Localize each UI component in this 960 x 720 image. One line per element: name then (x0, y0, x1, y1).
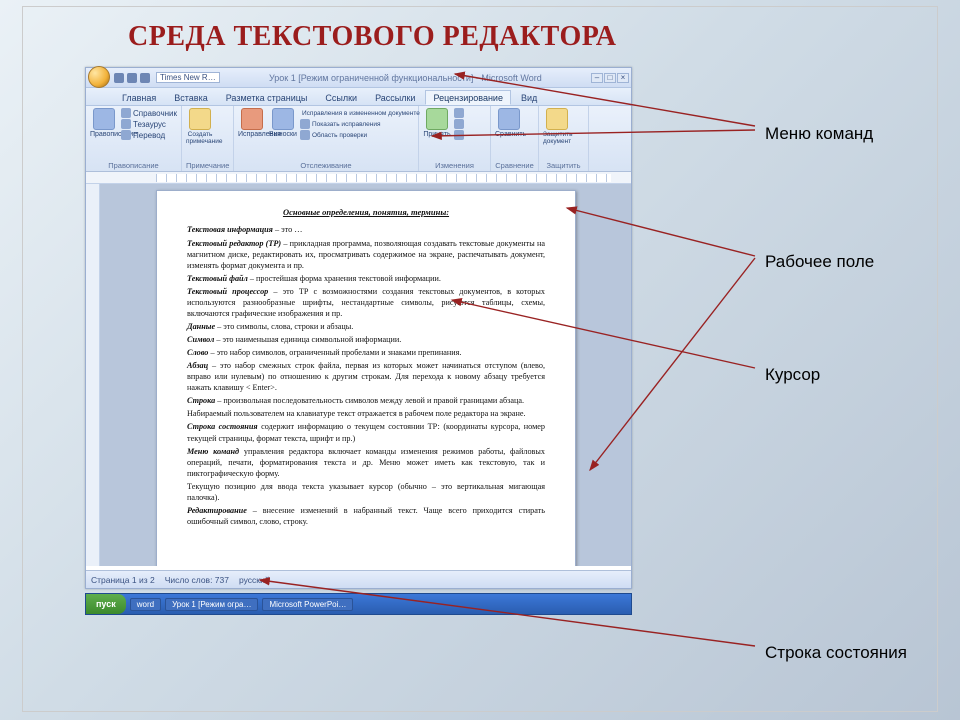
accept-button[interactable]: Принять (423, 108, 451, 138)
office-button[interactable] (88, 66, 110, 88)
tab-layout[interactable]: Разметка страницы (218, 90, 316, 105)
paragraph: Текстовый процессор – это ТР с возможнос… (187, 286, 545, 319)
display-for-review[interactable]: Исправления в измененном документе (300, 108, 395, 118)
group-tracking: Исправления Выноски Исправления в измене… (234, 106, 419, 171)
taskbar-item[interactable]: Урок 1 [Режим огра… (165, 598, 258, 611)
tab-references[interactable]: Ссылки (317, 90, 365, 105)
paragraph: Текстовая информация – это … (187, 224, 545, 235)
group-protect: Защитить документ Защитить (539, 106, 589, 171)
word-window: Times New R… Урок 1 [Режим ограниченной … (85, 67, 632, 589)
review-pane[interactable]: Область проверки (300, 130, 395, 140)
show-markup[interactable]: Показать исправления (300, 119, 395, 129)
group-proofing: Правописание Справочник Тезаурус Перевод… (86, 106, 182, 171)
tab-home[interactable]: Главная (114, 90, 164, 105)
maximize-button[interactable]: □ (604, 73, 616, 83)
taskbar-item[interactable]: Microsoft PowerPoi… (262, 598, 353, 611)
start-button[interactable]: пуск (86, 594, 126, 614)
document-title: Урок 1 [Режим ограниченной функционально… (220, 73, 591, 83)
paragraph: Строка состояния содержит информацию о т… (187, 421, 545, 443)
document-area[interactable]: Основные определения, понятия, термины: … (86, 184, 631, 566)
track-changes-button[interactable]: Исправления (238, 108, 266, 138)
new-comment-button[interactable]: Создать примечание (186, 108, 214, 145)
callout-statusbar: Строка состояния (765, 643, 907, 663)
status-words: Число слов: 737 (165, 575, 229, 585)
paragraph: Текстовый файл – простейшая форма хранен… (187, 273, 545, 284)
undo-icon[interactable] (127, 73, 137, 83)
paragraph: Символ – это наименьшая единица символьн… (187, 334, 545, 345)
save-icon[interactable] (114, 73, 124, 83)
horizontal-ruler[interactable] (86, 172, 631, 184)
protect-button[interactable]: Защитить документ (543, 108, 571, 145)
slide-frame: СРЕДА ТЕКСТОВОГО РЕДАКТОРА Times New R… … (22, 6, 938, 712)
tab-insert[interactable]: Вставка (166, 90, 215, 105)
close-button[interactable]: × (617, 73, 629, 83)
callout-cursor: Курсор (765, 365, 820, 385)
callout-menu: Меню команд (765, 124, 873, 144)
minimize-button[interactable]: – (591, 73, 603, 83)
group-comments: Создать примечание Примечание (182, 106, 234, 171)
paragraph: Текстовый редактор (ТР) – прикладная про… (187, 238, 545, 271)
taskbar-item[interactable]: word (130, 598, 161, 611)
compare-button[interactable]: Сравнить (495, 108, 523, 138)
windows-taskbar[interactable]: пуск word Урок 1 [Режим огра… Microsoft … (85, 593, 632, 615)
paragraph: Набираемый пользователем на клавиатуре т… (187, 408, 545, 419)
callout-workarea: Рабочее поле (765, 252, 874, 272)
titlebar: Times New R… Урок 1 [Режим ограниченной … (86, 68, 631, 88)
ribbon: Правописание Справочник Тезаурус Перевод… (86, 106, 631, 172)
vertical-ruler[interactable] (86, 184, 100, 566)
spellcheck-button[interactable]: Правописание (90, 108, 118, 138)
paragraph: Редактирование – внесение изменений в на… (187, 505, 545, 527)
font-selector[interactable]: Times New R… (156, 72, 220, 83)
reject-button[interactable] (454, 108, 464, 118)
paragraph: Абзац – это набор смежных строк файла, п… (187, 360, 545, 393)
slide-title: СРЕДА ТЕКСТОВОГО РЕДАКТОРА (128, 21, 617, 53)
paragraph: Текущую позицию для ввода текста указыва… (187, 481, 545, 503)
balloons-button[interactable]: Выноски (269, 108, 297, 138)
paragraph: Строка – произвольная последовательность… (187, 395, 545, 406)
status-page: Страница 1 из 2 (91, 575, 155, 585)
group-compare: Сравнить Сравнение (491, 106, 539, 171)
research-button[interactable]: Справочник (121, 108, 177, 118)
page[interactable]: Основные определения, понятия, термины: … (156, 190, 576, 566)
group-changes: Принять Изменения (419, 106, 491, 171)
prev-change-button[interactable] (454, 119, 464, 129)
paragraph: Меню команд управления редактора включае… (187, 446, 545, 479)
tab-view[interactable]: Вид (513, 90, 545, 105)
page-heading: Основные определения, понятия, термины: (187, 207, 545, 218)
next-change-button[interactable] (454, 130, 464, 140)
paragraph: Слово – это набор символов, ограниченный… (187, 347, 545, 358)
paragraph: Данные – это символы, слова, строки и аб… (187, 321, 545, 332)
thesaurus-button[interactable]: Тезаурус (121, 119, 177, 129)
tab-mailings[interactable]: Рассылки (367, 90, 423, 105)
quick-access-toolbar[interactable] (114, 73, 150, 83)
translate-button[interactable]: Перевод (121, 130, 177, 140)
ribbon-tabs: Главная Вставка Разметка страницы Ссылки… (86, 88, 631, 106)
status-bar[interactable]: Страница 1 из 2 Число слов: 737 русский (86, 570, 631, 588)
status-lang: русский (239, 575, 270, 585)
redo-icon[interactable] (140, 73, 150, 83)
tab-review[interactable]: Рецензирование (425, 90, 511, 105)
